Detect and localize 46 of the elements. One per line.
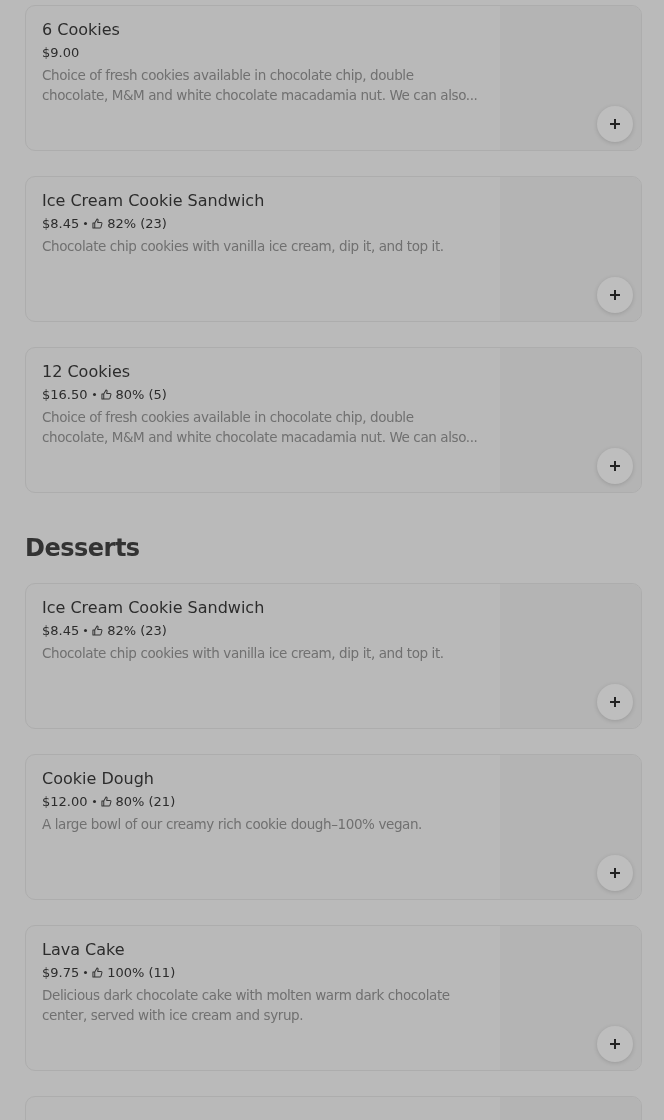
menu-item-card[interactable]: Lava Cake $9.75 100% (11) Delicious dark chocolate cake with molten warm dark chocolate center, served with ice cream and syrup. (25, 925, 642, 1071)
separator-dot (84, 629, 88, 632)
section-heading: Desserts (25, 533, 141, 564)
plus-icon (609, 460, 621, 472)
item-description: Chocolate chip cookies with vanilla ice cream, dip it, and top it. (42, 237, 445, 256)
item-price: $8.45 (42, 623, 80, 638)
item-price: $8.45 (42, 216, 80, 231)
item-name: Cookie Dough (42, 769, 155, 788)
plus-icon (609, 118, 621, 130)
thumbs-up-icon (92, 625, 104, 636)
item-name: Ice Cream Cookie Sandwich (42, 598, 266, 617)
item-name: Ice Cream Cookie Sandwich (42, 191, 266, 210)
item-name: 12 Cookies (42, 362, 132, 381)
menu-item-card[interactable]: Cookie Dough $12.00 80% (21) A large bowl of our creamy rich cookie dough–100% vegan. (25, 754, 642, 900)
separator-dot (92, 800, 96, 803)
item-price: $9.00 (42, 45, 80, 60)
item-price: $9.75 (42, 965, 80, 980)
item-rating: 82% (23) (107, 623, 167, 638)
item-price: $16.50 (42, 387, 88, 402)
plus-icon (609, 867, 621, 879)
item-rating: 80% (5) (115, 387, 167, 402)
item-description: Choice of fresh cookies available in chocolate chip, double chocolate, M&M and white chocolate macadamia nut. We can also... (42, 408, 479, 447)
thumbs-up-icon (100, 796, 112, 807)
item-rating: 100% (11) (107, 965, 176, 980)
item-rating: 80% (21) (115, 794, 176, 809)
menu-item-card[interactable]: Ice Cream Cookie Sandwich $8.45 82% (23) Chocolate chip cookies with vanilla ice cream, dip it, and top it. (25, 176, 642, 322)
item-description: Delicious dark chocolate cake with molten warm dark chocolate center, served with ice cream and syrup. (42, 986, 451, 1025)
separator-dot (84, 971, 88, 974)
item-description: A large bowl of our creamy rich cookie dough–100% vegan. (42, 815, 423, 834)
item-description: Choice of fresh cookies available in chocolate chip, double chocolate, M&M and white chocolate macadamia nut. We can also... (42, 66, 479, 105)
plus-icon (609, 696, 621, 708)
item-price: $12.00 (42, 794, 88, 809)
separator-dot (92, 393, 96, 396)
menu-item-card[interactable]: Ice Cream Cookie Sandwich $8.45 82% (23) Chocolate chip cookies with vanilla ice cream, dip it, and top it. (25, 583, 642, 729)
item-name: Lava Cake (42, 940, 126, 959)
item-description: Chocolate chip cookies with vanilla ice cream, dip it, and top it. (42, 644, 445, 663)
separator-dot (84, 222, 88, 225)
item-name: 6 Cookies (42, 20, 121, 39)
menu-item-card[interactable]: 12 Cookies $16.50 80% (5) Choice of fresh cookies available in chocolate chip, double chocolate, M&M and white chocolate macadamia nut. We can also... (25, 347, 642, 493)
plus-icon (609, 289, 621, 301)
thumbs-up-icon (92, 218, 104, 229)
menu-item-card[interactable]: 6 Cookies $9.00 Choice of fresh cookies available in chocolate chip, double chocolate, M&M and white chocolate macadamia nut. We can also... (25, 5, 642, 151)
thumbs-up-icon (100, 389, 112, 400)
thumbs-up-icon (92, 967, 104, 978)
plus-icon (609, 1038, 621, 1050)
item-rating: 82% (23) (107, 216, 167, 231)
